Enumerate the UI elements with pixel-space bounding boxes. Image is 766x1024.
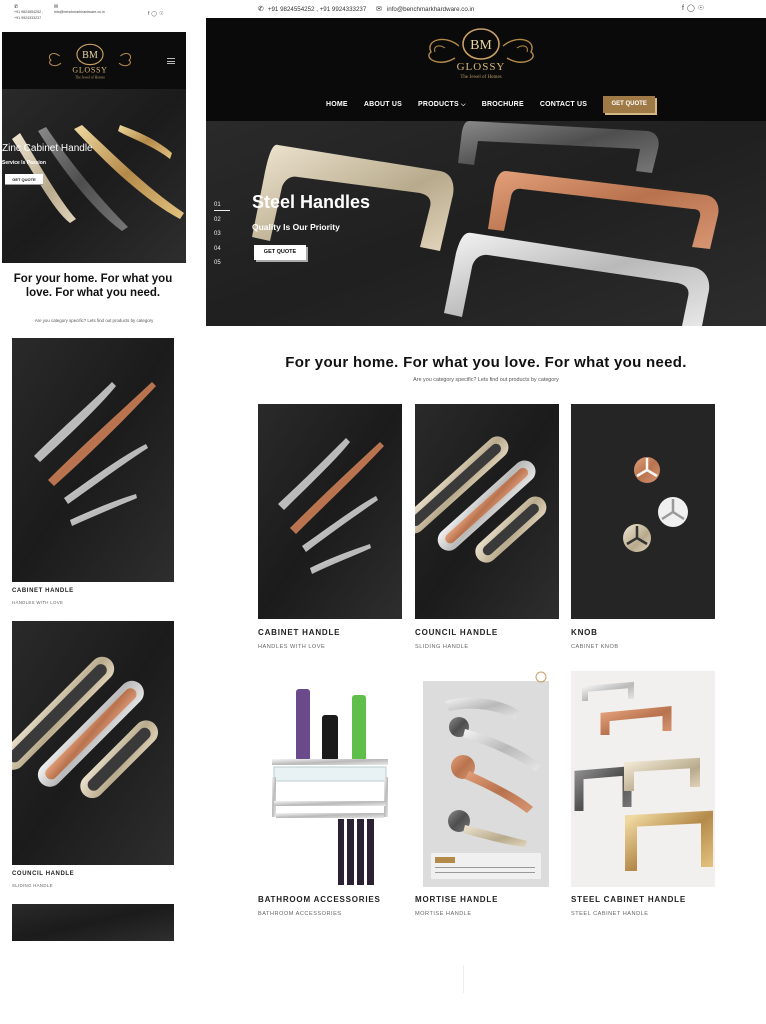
mobile-topbar: ✆ +91 9824554252 , +91 9924333237 ✉ info… [2, 0, 186, 30]
mobile-get-quote-button[interactable]: GET QUOTE [5, 174, 43, 185]
desktop-logo-name: GLOSSY [457, 61, 506, 73]
desktop-hero: 01 02 03 04 05 Steel Handles Quality Is … [206, 121, 766, 326]
desktop-email[interactable]: ✉ info@benchmarkhardware.co.in [376, 5, 474, 13]
desktop-phone[interactable]: ✆ +91 9824554252 , +91 9924333237 [258, 5, 366, 13]
card-subtitle-bathroom-accessories: BATHROOM ACCESSORIES [258, 911, 342, 917]
card-image-council-handle[interactable] [415, 404, 559, 619]
mobile-logo-name: GLOSSY [72, 66, 107, 75]
card-title-council-handle[interactable]: COUNCIL HANDLE [415, 628, 498, 637]
slide-indicator-4[interactable]: 04 [214, 242, 230, 257]
mobile-hero: Zinc Cabinet Handle Service Is Passion G… [2, 89, 186, 263]
card-subtitle-council-handle: SLIDING HANDLE [415, 644, 469, 650]
main-nav: HOME ABOUT US PRODUCTS ⌵ BROCHURE CONTAC… [326, 96, 656, 113]
mobile-card-image-cabinet-handle[interactable] [12, 338, 174, 582]
hero-slide-indicators: 01 02 03 04 05 [214, 198, 230, 271]
desktop-hero-title: Steel Handles [252, 192, 371, 212]
mobile-card-image-council-handle[interactable] [12, 621, 174, 865]
mobile-section-subtagline: Are you category specific? Lets find out… [34, 318, 154, 323]
mobile-card-title-council-handle[interactable]: COUNCIL HANDLE [12, 871, 74, 877]
mail-icon: ✉ [376, 6, 382, 13]
card-title-mortise-handle[interactable]: MORTISE HANDLE [415, 895, 498, 904]
mobile-logo-monogram: BM [82, 50, 98, 61]
card-image-knob[interactable] [571, 404, 715, 619]
desktop-hero-get-quote-button[interactable]: GET QUOTE [254, 245, 306, 260]
mobile-hero-subtitle: Service Is Passion [2, 160, 46, 166]
hamburger-menu-icon[interactable] [167, 58, 175, 64]
mobile-phone-line2[interactable]: +91 9924333237 [14, 16, 50, 20]
mobile-social: f◯☉ [148, 11, 165, 17]
nav-contact[interactable]: CONTACT US [540, 101, 587, 108]
desktop-section-tagline: For your home. For what you love. For wh… [285, 354, 687, 371]
card-image-cabinet-handle[interactable] [258, 404, 402, 619]
nav-about[interactable]: ABOUT US [364, 101, 402, 108]
divider [463, 965, 464, 993]
desktop-section-subtagline: Are you category specific? Lets find out… [413, 377, 559, 383]
nav-get-quote-button[interactable]: GET QUOTE [603, 96, 656, 113]
desktop-logo-monogram: BM [470, 38, 492, 53]
mobile-email-block: ✉ info@benchmarkhardware.co.in [54, 4, 114, 14]
card-subtitle-cabinet-handle: HANDLES WITH LOVE [258, 644, 326, 650]
desktop-phone-text: +91 9824554252 , +91 9924333237 [267, 6, 367, 13]
mobile-phone-block: ✆ +91 9824554252 , +91 9924333237 [14, 4, 50, 20]
card-subtitle-knob: CABINET KNOB [571, 644, 619, 650]
card-subtitle-steel-cabinet-handle: STEEL CABINET HANDLE [571, 911, 649, 917]
slide-indicator-2[interactable]: 02 [214, 213, 230, 228]
mobile-logo[interactable]: BM GLOSSY The Jewel of Homes [44, 40, 136, 82]
phone-icon: ✆ [258, 6, 264, 13]
nav-products[interactable]: PRODUCTS ⌵ [418, 101, 466, 109]
desktop-hero-subtitle: Quality Is Our Priority [252, 222, 340, 232]
desktop-topbar: ✆ +91 9824554252 , +91 9924333237 ✉ info@b… [206, 0, 766, 18]
instagram-icon[interactable]: ◯ [687, 5, 698, 12]
slide-indicator-5[interactable]: 05 [214, 256, 230, 271]
mobile-card-title-cabinet-handle[interactable]: CABINET HANDLE [12, 588, 74, 594]
mobile-hero-title: Zinc Cabinet Handle [2, 143, 93, 154]
card-title-bathroom-accessories[interactable]: BATHROOM ACCESSORIES [258, 895, 381, 904]
desktop-logo-tagline: The Jewel of Homes [460, 75, 501, 80]
card-title-cabinet-handle[interactable]: CABINET HANDLE [258, 628, 340, 637]
desktop-email-text: info@benchmarkhardware.co.in [386, 6, 475, 13]
nav-products-label: PRODUCTS [417, 100, 459, 108]
card-image-bathroom-accessories[interactable] [258, 671, 402, 887]
slide-indicator-1[interactable]: 01 [214, 200, 230, 211]
instagram-icon[interactable]: ◯ [151, 11, 159, 17]
card-image-steel-cabinet-handle[interactable] [571, 671, 715, 887]
desktop-social: f◯☉ [682, 4, 707, 12]
mobile-card-subtitle-cabinet-handle: HANDLES WITH LOVE [12, 600, 64, 605]
nav-brochure[interactable]: BROCHURE [482, 101, 524, 108]
chevron-down-icon: ⌵ [461, 101, 466, 108]
desktop-logo[interactable]: BM GLOSSY The Jewel of Homes [419, 24, 543, 82]
mobile-logo-tagline: The Jewel of Homes [75, 75, 105, 79]
mobile-section-tagline: For your home. For what you love. For wh… [13, 273, 173, 299]
mobile-phone-line1[interactable]: +91 9824554252 , [14, 10, 50, 14]
slide-indicator-3[interactable]: 03 [214, 227, 230, 242]
card-image-mortise-handle[interactable] [415, 671, 559, 887]
card-title-steel-cabinet-handle[interactable]: STEEL CABINET HANDLE [571, 895, 686, 904]
nav-home[interactable]: HOME [326, 101, 348, 108]
mobile-card-image-knob[interactable] [12, 904, 174, 941]
pinterest-icon[interactable]: ☉ [159, 11, 165, 17]
card-title-knob[interactable]: KNOB [571, 628, 598, 637]
mobile-card-subtitle-council-handle: SLIDING HANDLE [12, 883, 53, 888]
desktop-header: BM GLOSSY The Jewel of Homes HOME ABOUT … [206, 18, 766, 121]
pinterest-icon[interactable]: ☉ [698, 5, 707, 12]
mobile-header: BM GLOSSY The Jewel of Homes [2, 32, 186, 89]
mobile-email[interactable]: info@benchmarkhardware.co.in [54, 10, 105, 14]
card-subtitle-mortise-handle: MORTISE HANDLE [415, 911, 472, 917]
